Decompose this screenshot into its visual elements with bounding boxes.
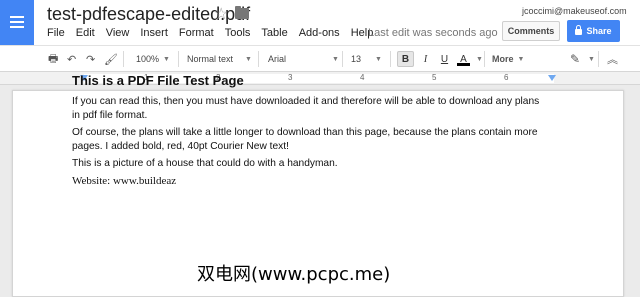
user-email[interactable]: jcoccimi@makeuseof.com	[522, 6, 627, 16]
menu-tools[interactable]: Tools	[225, 27, 251, 39]
chevron-down-icon[interactable]: ▼	[476, 46, 483, 72]
more-label: More	[492, 54, 514, 64]
text-color-bar	[457, 63, 470, 66]
font-size-value: 13	[351, 54, 362, 64]
docs-icon[interactable]	[0, 0, 34, 45]
chevron-down-icon: ▼	[245, 55, 252, 63]
zoom-select[interactable]: 100% ▼	[136, 46, 170, 72]
menu-view[interactable]: View	[106, 27, 130, 39]
chevron-down-icon: ▼	[517, 55, 525, 63]
menu-table[interactable]: Table	[261, 27, 287, 39]
pen-icon[interactable]: ✎	[570, 46, 580, 72]
italic-button[interactable]: I	[417, 51, 434, 67]
document-heading: This is a PDF File Test Page	[72, 73, 244, 88]
right-indent-marker-icon[interactable]	[548, 75, 556, 81]
style-value: Normal text	[187, 54, 234, 64]
watermark-text: 双电网(www.pcpc.me)	[197, 264, 391, 285]
menu-edit[interactable]: Edit	[76, 27, 95, 39]
paragraph: This is a picture of a house that could …	[72, 158, 338, 169]
menu-insert[interactable]: Insert	[140, 27, 168, 39]
folder-icon[interactable]	[235, 6, 249, 19]
menu-format[interactable]: Format	[179, 27, 214, 39]
print-icon[interactable]: 🖶	[48, 46, 58, 72]
chevron-down-icon: ▼	[332, 55, 339, 63]
comments-button[interactable]: Comments	[502, 21, 560, 41]
menu-addons[interactable]: Add-ons	[299, 27, 340, 39]
website-line: Website: www.buildeaz	[72, 174, 177, 187]
chevron-down-icon: ▼	[163, 55, 170, 63]
last-edit-status[interactable]: Last edit was seconds ago	[368, 27, 498, 39]
lock-icon	[575, 25, 583, 35]
paint-format-icon[interactable]: 🖌	[104, 46, 118, 72]
font-value: Arial	[268, 54, 287, 64]
paragraph: Of course, the plans will take a little …	[72, 127, 538, 152]
redo-icon[interactable]: ↷	[86, 46, 95, 72]
more-menu[interactable]: More ▼	[492, 46, 524, 72]
font-size-select[interactable]: 13 ▼	[351, 46, 382, 72]
paragraph: If you can read this, then you must have…	[72, 96, 540, 121]
share-label: Share	[586, 26, 612, 36]
share-button[interactable]: Share	[567, 20, 620, 42]
underline-button[interactable]: U	[436, 51, 453, 67]
document-body[interactable]: This is a PDF File Test Page If you can …	[72, 73, 547, 192]
menu-file[interactable]: File	[47, 27, 65, 39]
zoom-value: 100%	[136, 54, 160, 64]
chevron-down-icon[interactable]: ▼	[588, 46, 595, 72]
chevron-down-icon: ▼	[375, 55, 382, 63]
app-header: test-pdfescape-edited.pdf ☆ File Edit Vi…	[0, 0, 640, 45]
toolbar: 🖶 ↶ ↷ 🖌 100% ▼ Normal text ▼ Arial ▼ 13 …	[0, 45, 640, 72]
collapse-icon[interactable]: ︽	[607, 46, 618, 72]
menu-bar: File Edit View Insert Format Tools Table…	[47, 27, 384, 39]
star-icon[interactable]: ☆	[214, 4, 228, 24]
bold-button[interactable]: B	[397, 51, 414, 67]
undo-icon[interactable]: ↶	[67, 46, 76, 72]
font-select[interactable]: Arial ▼	[268, 46, 339, 72]
style-select[interactable]: Normal text ▼	[187, 46, 252, 72]
text-color-button[interactable]: A	[455, 51, 472, 67]
